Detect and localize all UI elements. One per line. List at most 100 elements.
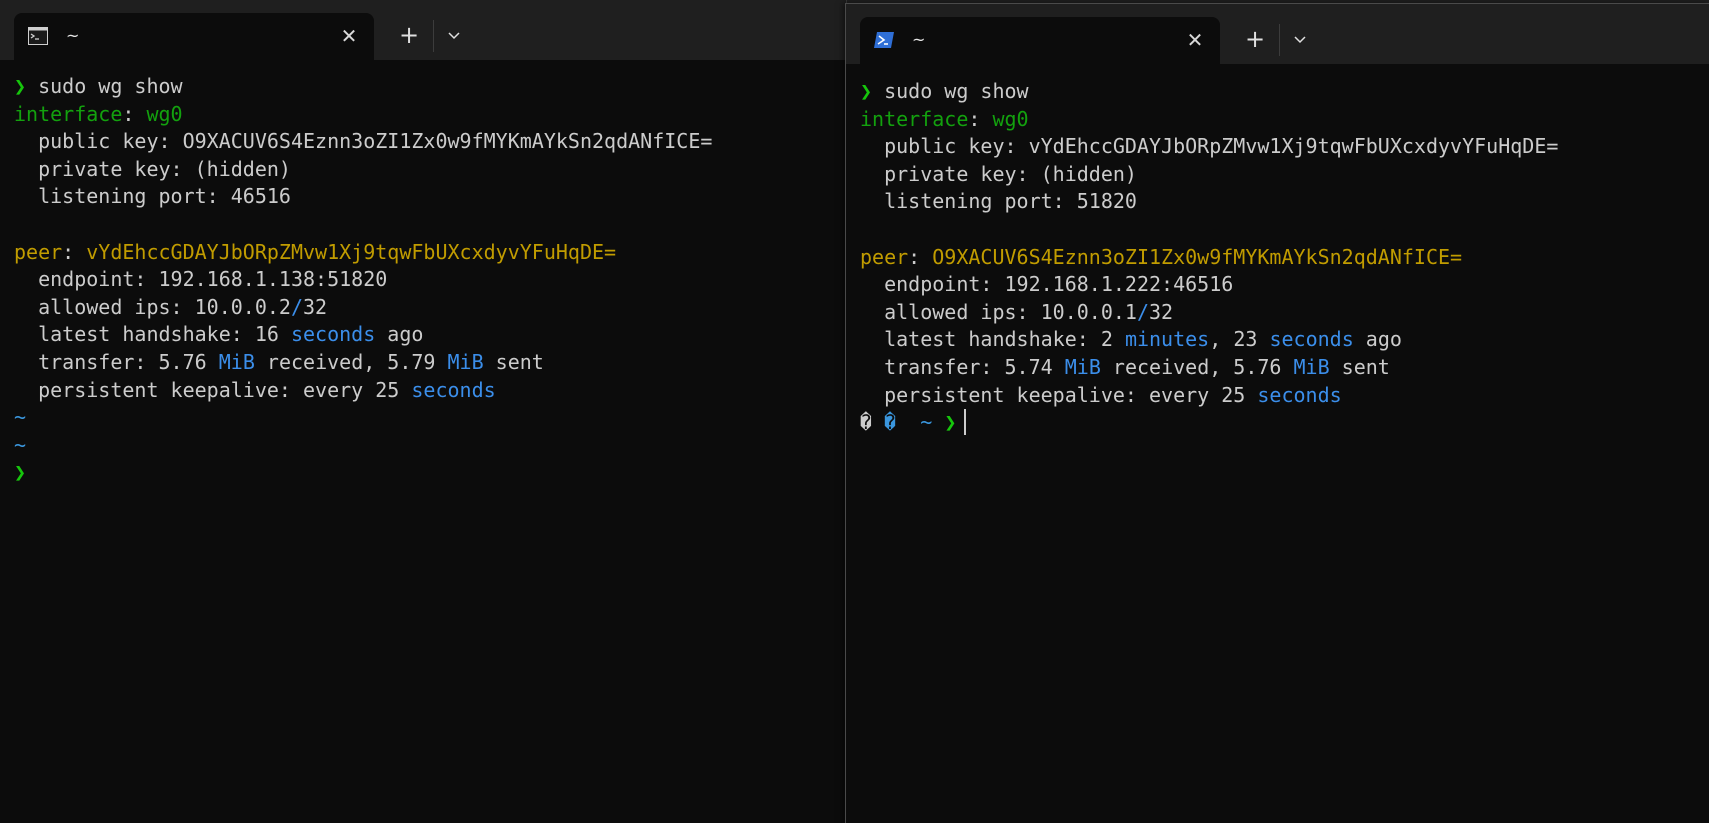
terminal-text: � [884,410,909,435]
terminal-line: ~ [14,404,712,432]
chevron-down-icon[interactable] [442,20,466,50]
terminal-text: MiB [1064,354,1101,379]
terminal-line: private key: (hidden) [860,161,1558,189]
terminal-text: listening port [860,189,1053,214]
terminal-window-right[interactable]: ~ ✕ + ❯ sudo wg show interface: wg0 publi… [845,3,1709,823]
terminal-window-left[interactable]: ~ ✕ + ❯ sudo wg show interface: wg0 publi… [0,0,847,823]
terminal-text: received, 5.79 [254,349,448,374]
terminal-text: ❯ [14,74,39,98]
terminal-text: peer [14,239,63,264]
tab-separator [1279,24,1280,56]
chevron-down-icon[interactable] [1288,24,1312,54]
terminal-line: private key: (hidden) [14,156,712,184]
terminal-text: seconds [1257,382,1342,407]
terminal-text: seconds [411,377,496,402]
terminal-line: listening port: 51820 [860,188,1558,216]
terminal-line: ❯ sudo wg show [14,73,712,101]
terminal-text: persistent keepalive [14,377,279,402]
terminal-line: latest handshake: 16 seconds ago [14,321,712,349]
title-bar[interactable]: ~ ✕ + [0,0,846,60]
terminal-text: 32 [303,294,328,319]
terminal-text: ❯ [14,460,27,485]
terminal-text: 46516 [230,184,291,209]
terminal-output[interactable]: ❯ sudo wg show interface: wg0 public key:… [860,78,1558,437]
new-tab-button[interactable]: + [1240,24,1270,54]
tab-active[interactable]: ~ ✕ [860,17,1220,64]
terminal-text: : [968,106,993,131]
terminal-text: wg0 [992,106,1029,131]
terminal-text: O9XACUV6S4Eznn3oZI1Zx0w9fMYKmAYkSn2qdANf… [182,129,713,154]
terminal-line: allowed ips: 10.0.0.1/32 [860,299,1558,327]
terminal-text: wg0 [146,101,183,126]
terminal-text: received, 5.76 [1100,354,1294,379]
terminal-line: ~ [14,432,712,460]
terminal-line: transfer: 5.74 MiB received, 5.76 MiB se… [860,354,1558,382]
terminal-text: : [1016,161,1041,186]
terminal-text: , 23 [1209,327,1270,352]
tab-active[interactable]: ~ ✕ [14,13,374,60]
terminal-text: listening port [14,184,207,209]
terminal-text: private key [14,156,171,181]
terminal-text: : [278,377,303,402]
terminal-text: ❯ [860,79,885,103]
terminal-text: 16 [254,322,291,347]
terminal-text: 10.0.0.2 [194,294,291,319]
new-tab-button[interactable]: + [394,20,424,50]
terminal-text: 51820 [1076,189,1137,214]
terminal-line: peer: vYdEhccGDAYJbORpZMvw1Xj9tqwFbUXcxd… [14,239,712,267]
terminal-line: interface: wg0 [860,106,1558,134]
terminal-text: : [134,267,159,292]
terminal-text: latest handshake [860,327,1077,352]
close-tab-button[interactable]: ✕ [338,25,360,47]
terminal-text: MiB [218,349,255,374]
terminal-text: : [1076,327,1101,352]
terminal-line: endpoint: 192.168.1.138:51820 [14,266,712,294]
close-tab-button[interactable]: ✕ [1184,29,1206,51]
terminal-line: � � ~ ❯ [860,409,1558,437]
terminal-text: MiB [1293,354,1330,379]
terminal-text: latest handshake [14,322,231,347]
terminal-text: / [290,294,304,319]
terminal-text: persistent keepalive [860,382,1125,407]
terminal-text: ~ [14,432,27,457]
tab-separator [433,20,434,52]
terminal-output[interactable]: ❯ sudo wg show interface: wg0 public key:… [14,73,712,487]
terminal-text: ❯ [944,410,957,435]
terminal-text: 192.168.1.138:51820 [158,267,388,292]
terminal-text: sent [483,349,544,374]
text-cursor [964,409,967,436]
terminal-text: / [1136,299,1150,324]
terminal-line: ❯ [14,459,712,487]
terminal-line: public key: O9XACUV6S4Eznn3oZI1Zx0w9fMYK… [14,128,712,156]
terminal-text: sudo wg show [884,79,1029,103]
terminal-text: : [170,156,195,181]
powershell-icon [874,32,894,48]
terminal-text: ago [375,322,424,347]
terminal-text: allowed ips [860,299,1017,324]
terminal-text: 2 [1100,327,1125,352]
terminal-text: : [980,272,1005,297]
terminal-text: O9XACUV6S4Eznn3oZI1Zx0w9fMYKmAYkSn2qdANf… [932,244,1463,269]
terminal-text: : [1016,299,1041,324]
terminal-text: every 25 [1149,382,1258,407]
terminal-text: peer [860,244,909,269]
terminal-text: transfer [14,349,135,374]
terminal-text: interface [860,106,969,131]
terminal-text: vYdEhccGDAYJbORpZMvw1Xj9tqwFbUXcxdyvYFuH… [1028,134,1559,159]
terminal-text: 5.76 [158,349,219,374]
terminal-text: private key [860,161,1017,186]
terminal-text: every 25 [303,377,412,402]
terminal-text: : [206,184,231,209]
terminal-text: : [170,294,195,319]
title-bar[interactable]: ~ ✕ + [846,4,1709,64]
terminal-line: peer: O9XACUV6S4Eznn3oZI1Zx0w9fMYKmAYkSn… [860,244,1558,272]
terminal-text: MiB [447,349,484,374]
terminal-text: : [980,354,1005,379]
terminal-text: transfer [860,354,981,379]
terminal-text: interface [14,101,123,126]
terminal-text: : [134,349,159,374]
tab-title: ~ [66,26,80,45]
terminal-text: minutes [1124,327,1210,352]
